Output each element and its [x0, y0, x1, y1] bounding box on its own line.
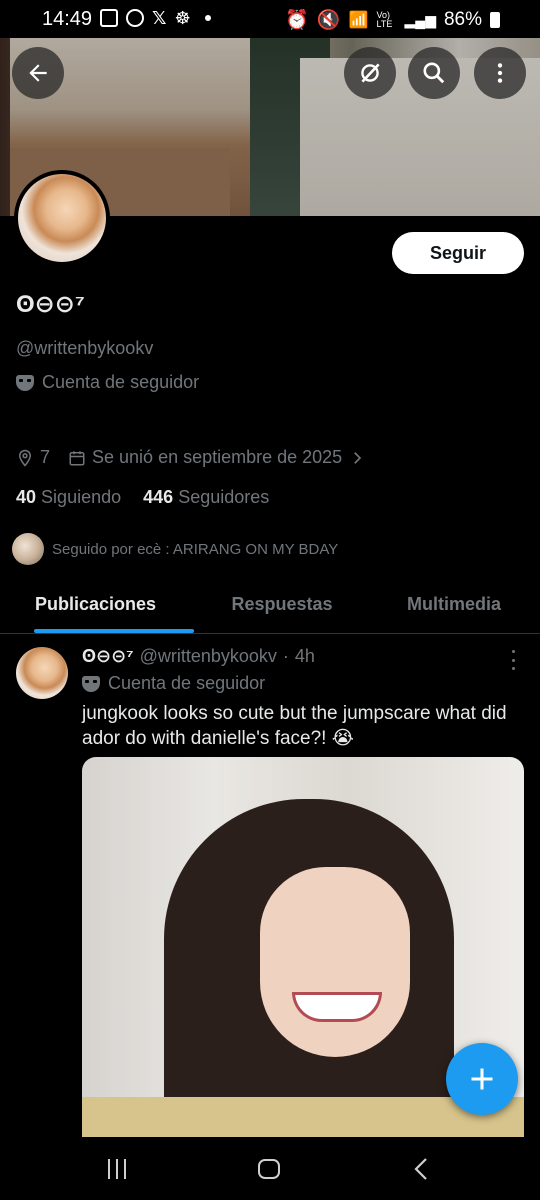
grok-icon: [361, 63, 380, 83]
notification-icons: 𝕏 ☸: [100, 9, 211, 27]
whatsapp-icon: [126, 9, 144, 27]
post-avatar[interactable]: [16, 647, 68, 699]
following-link[interactable]: 40 Siguiendo: [16, 487, 121, 508]
mute-icon: 🔇: [316, 10, 341, 31]
app-icon: ☸: [174, 8, 191, 28]
post-header: ʘ⊖⊝⁷ @writtenbykookv · 4h: [82, 646, 315, 667]
wifi-icon: 📶: [348, 12, 369, 29]
profile-tabs: Publicaciones Respuestas Multimedia: [0, 578, 540, 634]
recent-apps-icon[interactable]: [108, 1159, 126, 1179]
battery-icon: [490, 12, 500, 28]
profile-meta: 7 Se unió en septiembre de 2025: [16, 447, 366, 468]
follower-avatar: [12, 533, 44, 565]
account-type: Cuenta de seguidor: [16, 372, 199, 393]
back-nav-icon[interactable]: [410, 1157, 432, 1181]
display-name: ʘ⊖⊝⁷: [16, 291, 85, 318]
account-type-label: Cuenta de seguidor: [42, 372, 200, 392]
plus-icon: [471, 1068, 493, 1090]
signal-icon: ▂▄▆: [404, 11, 436, 28]
location-icon: [18, 449, 32, 467]
mask-icon: [16, 374, 34, 391]
followed-by[interactable]: Seguido por ecè : ARIRANG ON MY BDAY: [12, 533, 338, 565]
calendar-icon: [69, 450, 85, 465]
more-vertical-icon[interactable]: [508, 650, 518, 670]
more-button[interactable]: [474, 47, 526, 99]
mask-icon: [82, 675, 100, 692]
home-icon[interactable]: [258, 1159, 280, 1179]
tab-replies[interactable]: Respuestas: [196, 578, 368, 633]
back-icon: [29, 64, 47, 82]
status-time: 14:49: [42, 8, 93, 30]
network-label: Vo) LTE: [376, 10, 393, 29]
chevron-right-icon[interactable]: [348, 449, 366, 467]
profile-avatar[interactable]: [14, 170, 110, 266]
back-button[interactable]: [12, 47, 64, 99]
post-time[interactable]: 4h: [295, 646, 315, 667]
x-icon: 𝕏: [152, 8, 167, 28]
system-nav-bar: [0, 1137, 540, 1200]
status-bar: 14:49 𝕏 ☸ ⏰ 🔇 📶 Vo) LTE ▂▄▆ 86%: [0, 0, 540, 38]
follow-stats: 40 Siguiendo 446 Seguidores: [16, 487, 269, 508]
search-button[interactable]: [408, 47, 460, 99]
post-account-type-label: Cuenta de seguidor: [108, 673, 266, 693]
post-text: jungkook looks so cute but the jumpscare…: [82, 703, 507, 749]
post-display-name[interactable]: ʘ⊖⊝⁷: [82, 646, 134, 667]
tab-posts[interactable]: Publicaciones: [0, 578, 196, 633]
gallery-icon: [100, 9, 118, 27]
grok-button[interactable]: [344, 47, 396, 99]
followed-by-text: Seguido por ecè : ARIRANG ON MY BDAY: [52, 540, 339, 558]
alarm-icon: ⏰: [285, 10, 309, 31]
post-separator: ·: [282, 646, 289, 666]
joined-date: Se unió en septiembre de 2025: [92, 447, 343, 467]
compose-button[interactable]: [446, 1043, 518, 1115]
profile-handle: @writtenbykookv: [16, 338, 154, 358]
followers-link[interactable]: 446 Seguidores: [143, 487, 269, 508]
battery-percent: 86%: [443, 9, 482, 30]
location-text: 7: [40, 447, 51, 467]
post-account-type: Cuenta de seguidor: [82, 673, 265, 694]
dot-icon: [204, 15, 211, 21]
search-icon: [423, 62, 445, 84]
follow-button[interactable]: Seguir: [392, 232, 524, 274]
post-handle[interactable]: @writtenbykookv: [140, 646, 277, 667]
more-vertical-icon: [497, 63, 503, 83]
system-icons: ⏰ 🔇 📶 Vo) LTE ▂▄▆ 86%: [285, 8, 500, 32]
tab-media[interactable]: Multimedia: [368, 578, 540, 633]
